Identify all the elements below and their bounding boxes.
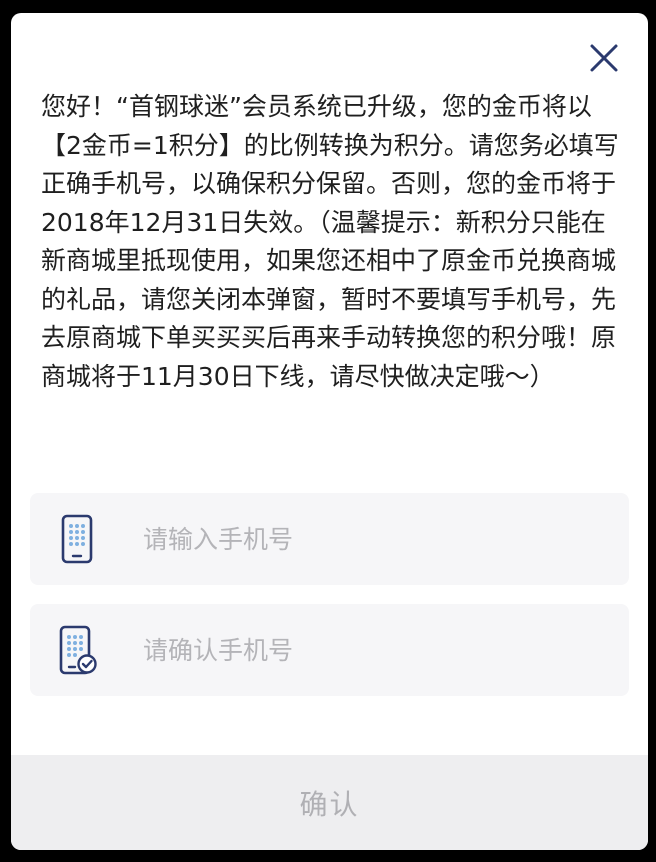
upgrade-notice-text: 您好！“首钢球迷”会员系统已升级，您的金币将以【2金币=1积分】的比例转换为积分… (41, 92, 619, 391)
confirm-phone-input[interactable] (143, 625, 583, 675)
phone-check-icon (57, 624, 97, 676)
close-button[interactable] (589, 43, 619, 73)
confirm-phone-input-field[interactable] (30, 604, 629, 696)
close-icon (590, 44, 618, 72)
phone-input[interactable] (143, 514, 583, 564)
phone-input-field[interactable] (30, 493, 629, 585)
phone-icon (57, 513, 97, 565)
confirm-button[interactable]: 确认 (11, 755, 648, 850)
member-upgrade-dialog: 您好！“首钢球迷”会员系统已升级，您的金币将以【2金币=1积分】的比例转换为积分… (11, 13, 648, 850)
